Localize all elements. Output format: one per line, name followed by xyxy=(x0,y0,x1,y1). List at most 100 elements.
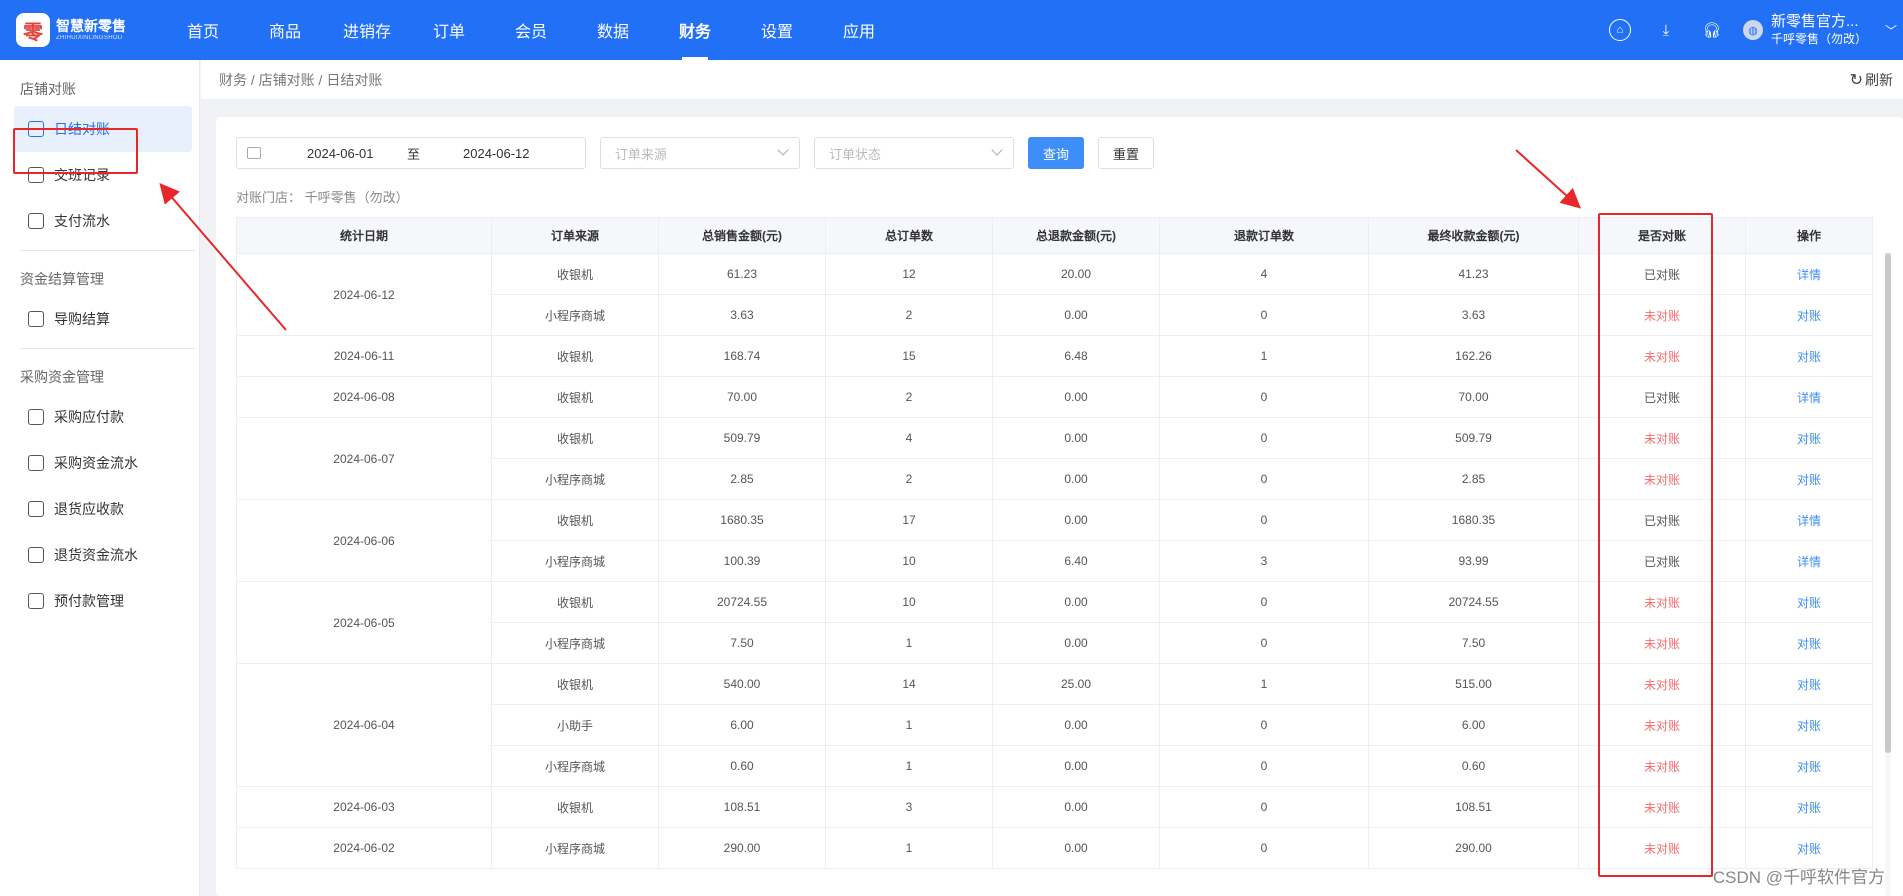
sidebar-item-2-1[interactable]: 采购资金流水 xyxy=(14,440,192,486)
cell-refund: 0.00 xyxy=(992,458,1160,500)
status-badge: 已对账 xyxy=(1578,499,1746,541)
cell-refund-orders: 0 xyxy=(1159,376,1369,418)
cell-refund-orders: 0 xyxy=(1159,294,1369,336)
table-row: 2024-06-03 收银机 108.51 3 0.00 0 108.51 未对账 对账 xyxy=(236,786,1873,828)
nav-item-3[interactable]: 订单 xyxy=(408,0,490,60)
cart-icon xyxy=(28,409,44,425)
query-button[interactable]: 查询 xyxy=(1028,137,1084,169)
reset-button[interactable]: 重置 xyxy=(1098,137,1154,169)
reconcile-link[interactable]: 对账 xyxy=(1797,637,1821,651)
avatar: ◍ xyxy=(1742,20,1763,40)
order-status-select[interactable]: 订单状态 xyxy=(814,137,1014,169)
nav-item-1[interactable]: 商品 xyxy=(244,0,326,60)
details-link[interactable]: 详情 xyxy=(1797,391,1821,405)
sidebar-item-0-0[interactable]: 日结对账 xyxy=(14,106,192,152)
reconcile-link[interactable]: 对账 xyxy=(1797,678,1821,692)
reconcile-link[interactable]: 对账 xyxy=(1797,719,1821,733)
cell-orders: 1 xyxy=(825,827,993,869)
cell-sales: 20724.55 xyxy=(658,581,826,623)
home-icon[interactable]: ⌂ xyxy=(1597,0,1643,60)
column-header: 订单来源 xyxy=(491,217,659,254)
details-link[interactable]: 详情 xyxy=(1797,268,1821,282)
sidebar-item-0-1[interactable]: 交班记录 xyxy=(14,152,192,198)
nav-item-7[interactable]: 设置 xyxy=(736,0,818,60)
date-start[interactable]: 2024-06-01 xyxy=(307,146,407,161)
date-end[interactable]: 2024-06-12 xyxy=(463,146,563,161)
action-cell: 对账 xyxy=(1745,294,1873,336)
sidebar-item-2-0[interactable]: 采购应付款 xyxy=(14,394,192,440)
nav-item-2[interactable]: 进销存 xyxy=(326,0,408,60)
table-scrollbar-thumb[interactable] xyxy=(1885,253,1891,753)
date-cell: 2024-06-06 xyxy=(236,499,492,582)
cell-sales: 70.00 xyxy=(658,376,826,418)
main-panel: 2024-06-01 至 2024-06-12 订单来源 订单状态 查询 重置 … xyxy=(216,117,1903,896)
cell-refund-orders: 0 xyxy=(1159,704,1369,746)
nav-item-6[interactable]: 财务 xyxy=(654,0,736,60)
date-cell: 2024-06-08 xyxy=(236,376,492,418)
download-icon[interactable]: ⤓ xyxy=(1643,0,1689,60)
reconcile-link[interactable]: 对账 xyxy=(1797,309,1821,323)
store-label: 对账门店： 千呼零售（勿改） xyxy=(236,190,409,205)
nav-item-0[interactable]: 首页 xyxy=(162,0,244,60)
reconcile-link[interactable]: 对账 xyxy=(1797,473,1821,487)
reconcile-link[interactable]: 对账 xyxy=(1797,432,1821,446)
cell-final: 509.79 xyxy=(1368,417,1579,459)
cell-sales: 540.00 xyxy=(658,663,826,705)
cell-source: 小助手 xyxy=(491,704,659,746)
refresh-icon: ↻ xyxy=(1849,72,1863,89)
cell-orders: 1 xyxy=(825,704,993,746)
cell-refund-orders: 0 xyxy=(1159,499,1369,541)
headset-icon[interactable]: 🎧︎ xyxy=(1689,0,1735,60)
cell-orders: 15 xyxy=(825,335,993,377)
house-icon xyxy=(28,593,44,609)
cell-source: 收银机 xyxy=(491,499,659,541)
cell-sales: 6.00 xyxy=(658,704,826,746)
sidebar-item-0-2[interactable]: 支付流水 xyxy=(14,198,192,244)
date-separator: 至 xyxy=(407,146,421,162)
cell-orders: 12 xyxy=(825,253,993,295)
reconcile-link[interactable]: 对账 xyxy=(1797,596,1821,610)
nav-item-5[interactable]: 数据 xyxy=(572,0,654,60)
cell-orders: 1 xyxy=(825,745,993,787)
cell-refund: 0.00 xyxy=(992,581,1160,623)
refresh-button[interactable]: ↻ 刷新 xyxy=(1850,60,1893,100)
sidebar-item-label: 退货资金流水 xyxy=(54,547,138,563)
cell-orders: 3 xyxy=(825,786,993,828)
table-row: 2024-06-07 收银机 509.79 4 0.00 0 509.79 未对账 对账 xyxy=(236,417,1873,500)
sidebar-item-label: 导购结算 xyxy=(54,311,110,327)
sidebar-item-2-2[interactable]: 退货应收款 xyxy=(14,486,192,532)
reconcile-link[interactable]: 对账 xyxy=(1797,760,1821,774)
details-link[interactable]: 详情 xyxy=(1797,555,1821,569)
reconcile-link[interactable]: 对账 xyxy=(1797,350,1821,364)
cell-orders: 2 xyxy=(825,376,993,418)
status-badge: 未对账 xyxy=(1578,704,1746,746)
user-menu[interactable]: ◍ 新零售官方... 千呼零售（勿改） ﹀ xyxy=(1742,13,1897,47)
sidebar-item-2-3[interactable]: 退货资金流水 xyxy=(14,532,192,578)
app-logo[interactable]: 零 智慧新零售 ZHIHUIXINLINGSHOU xyxy=(16,0,156,60)
breadcrumb: 财务 / 店铺对账 / 日结对账 xyxy=(219,71,383,88)
details-link[interactable]: 详情 xyxy=(1797,514,1821,528)
sidebar-item-2-4[interactable]: 预付款管理 xyxy=(14,578,192,624)
column-header: 最终收款金额(元) xyxy=(1368,217,1579,254)
receipt-icon xyxy=(28,213,44,229)
cell-orders: 2 xyxy=(825,294,993,336)
logo-subtitle: ZHIHUIXINLINGSHOU xyxy=(56,35,123,41)
table-row: 2024-06-08 收银机 70.00 2 0.00 0 70.00 已对账 详情 xyxy=(236,376,1873,418)
sidebar-item-1-0[interactable]: 导购结算 xyxy=(14,296,192,342)
cell-final: 2.85 xyxy=(1368,458,1579,500)
date-range-picker[interactable]: 2024-06-01 至 2024-06-12 xyxy=(236,137,586,169)
refresh-label: 刷新 xyxy=(1865,72,1893,88)
reconcile-link[interactable]: 对账 xyxy=(1797,801,1821,815)
cell-final: 1680.35 xyxy=(1368,499,1579,541)
nav-item-8[interactable]: 应用 xyxy=(818,0,900,60)
cell-sales: 168.74 xyxy=(658,335,826,377)
column-header: 操作 xyxy=(1745,217,1873,254)
logo-icon: 零 xyxy=(16,13,50,47)
order-source-select[interactable]: 订单来源 xyxy=(600,137,800,169)
sidebar-item-label: 采购应付款 xyxy=(54,409,124,425)
reconcile-link[interactable]: 对账 xyxy=(1797,842,1821,856)
nav-item-4[interactable]: 会员 xyxy=(490,0,572,60)
cell-sales: 290.00 xyxy=(658,827,826,869)
action-cell: 对账 xyxy=(1745,622,1873,664)
cell-refund-orders: 0 xyxy=(1159,458,1369,500)
